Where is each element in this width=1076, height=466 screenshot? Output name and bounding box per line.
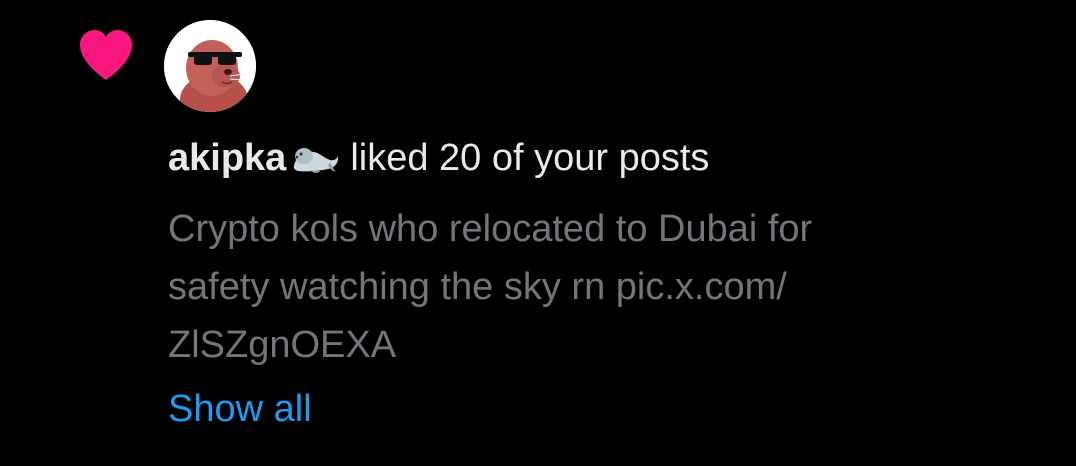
post-text-line: safety watching the sky rn pic.x.com/ — [168, 266, 787, 308]
avatar[interactable] — [164, 20, 256, 112]
username[interactable]: akipka — [168, 137, 286, 179]
seal-icon — [294, 148, 339, 173]
post-text-line: ZlSZgnOEXA — [168, 324, 397, 366]
heart-icon — [80, 30, 132, 80]
like-notification[interactable]: akipka liked 20 of your posts Crypto kol… — [0, 0, 1076, 466]
post-text-line: Crypto kols who relocated to Dubai for — [168, 208, 813, 250]
action-text: liked 20 of your posts — [350, 137, 710, 179]
notification-headline: akipka liked 20 of your posts — [168, 134, 709, 182]
post-preview-text[interactable]: Crypto kols who relocated to Dubai for s… — [168, 200, 988, 374]
show-all-link[interactable]: Show all — [168, 380, 312, 438]
sunglasses-seal-avatar-icon — [164, 20, 256, 112]
